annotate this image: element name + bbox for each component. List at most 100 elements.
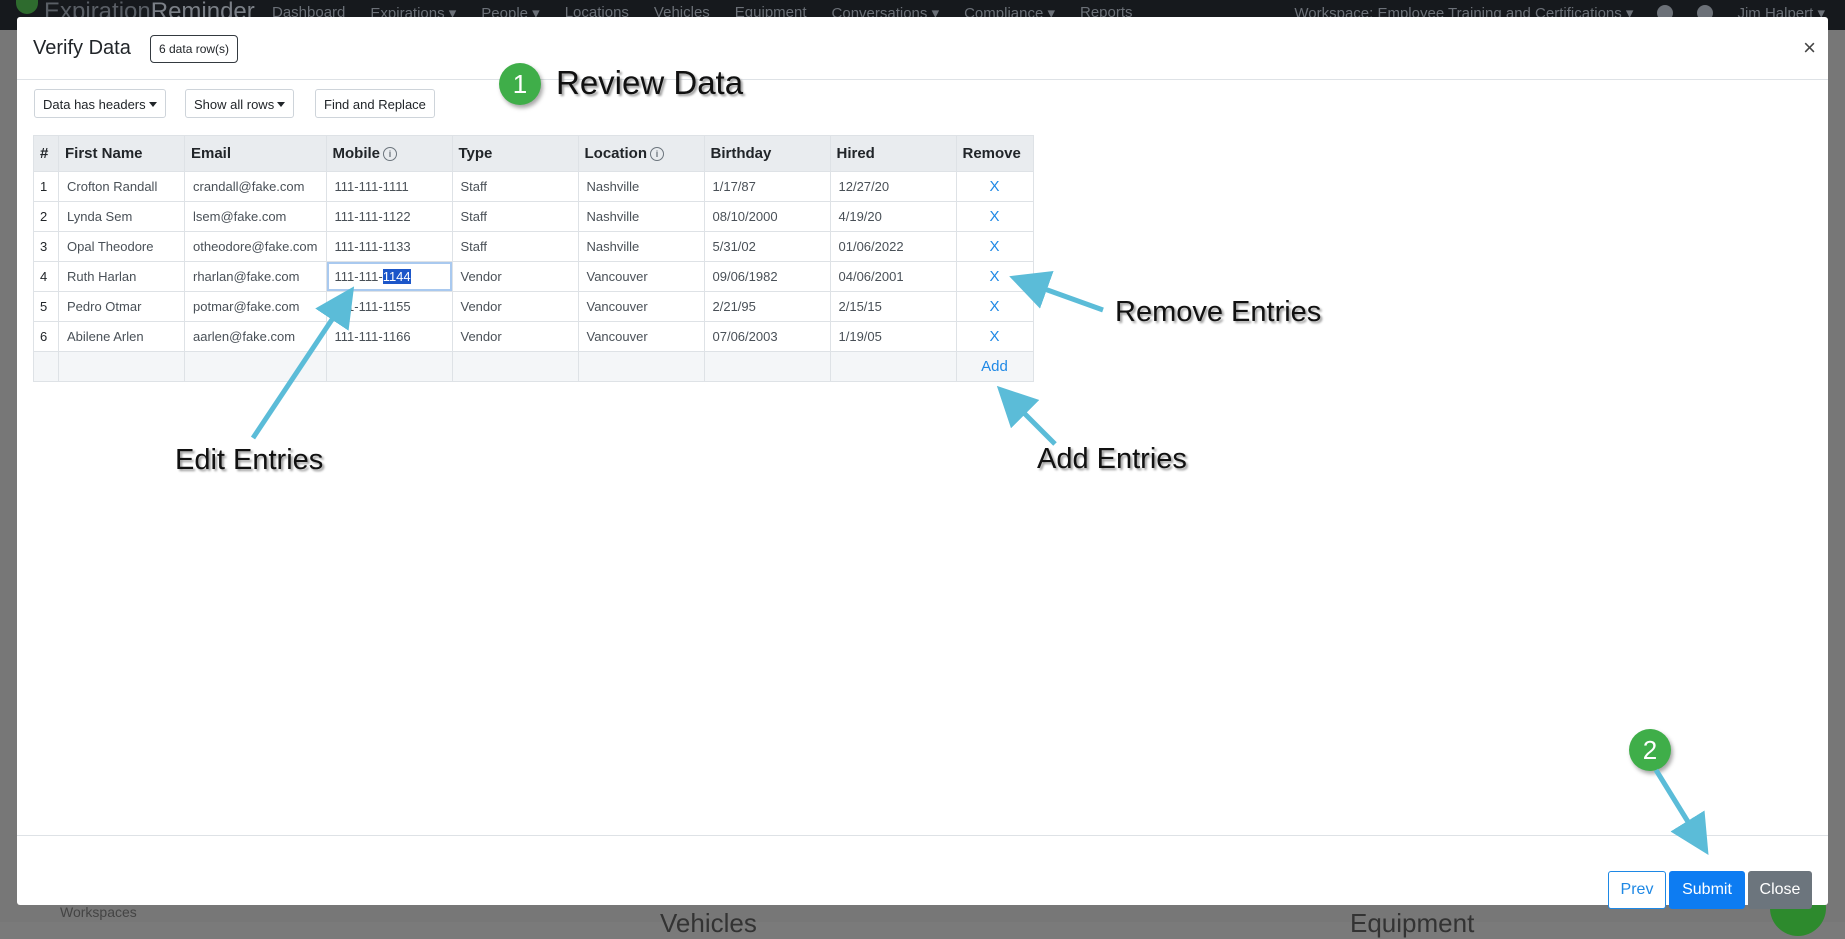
table-header-row: # First Name Email Mobile i Type Location… — [33, 135, 1034, 172]
cell-type[interactable]: Vendor — [451, 321, 579, 352]
cell-hired[interactable]: 1/19/05 — [829, 321, 957, 352]
empty-cell — [58, 351, 185, 382]
cell-birthday[interactable]: 2/21/95 — [703, 291, 831, 322]
table-row: 5 Pedro Otmar potmar@fake.com 111-111-11… — [33, 291, 1034, 322]
row-num: 2 — [33, 201, 59, 232]
cell-mobile[interactable]: 111-111-1166 — [325, 321, 453, 352]
col-header-first-name: First Name — [58, 135, 185, 172]
empty-cell — [703, 351, 831, 382]
cell-mobile[interactable]: 111-111-1122 — [325, 201, 453, 232]
row-num: 6 — [33, 321, 59, 352]
cell-hired[interactable]: 04/06/2001 — [829, 261, 957, 292]
selected-text: 1144 — [382, 269, 411, 284]
cell-type[interactable]: Vendor — [451, 261, 579, 292]
remove-row-button[interactable]: X — [955, 261, 1034, 292]
empty-cell — [829, 351, 957, 382]
empty-cell — [33, 351, 59, 382]
cell-mobile[interactable]: 111-111-1133 — [325, 231, 453, 262]
add-row-link[interactable]: Add — [955, 351, 1034, 382]
cell-location[interactable]: Vancouver — [577, 321, 705, 352]
cell-hired[interactable]: 01/06/2022 — [829, 231, 957, 262]
cell-first-name[interactable]: Abilene Arlen — [58, 321, 185, 352]
cell-hired[interactable]: 12/27/20 — [829, 171, 957, 202]
remove-entries-label: Remove Entries — [1115, 296, 1322, 328]
info-icon[interactable]: i — [383, 147, 397, 161]
modal-header: Verify Data 6 data row(s) × — [17, 17, 1828, 80]
cell-email[interactable]: otheodore@fake.com — [184, 231, 327, 262]
find-and-replace-button[interactable]: Find and Replace — [315, 89, 435, 118]
col-header-mobile: Mobile i — [325, 135, 453, 172]
remove-row-button[interactable]: X — [955, 201, 1034, 232]
table-row: 1 Crofton Randall crandall@fake.com 111-… — [33, 171, 1034, 202]
step-2-badge: 2 — [1629, 729, 1671, 771]
cell-birthday[interactable]: 09/06/1982 — [703, 261, 831, 292]
cell-birthday[interactable]: 07/06/2003 — [703, 321, 831, 352]
cell-birthday[interactable]: 08/10/2000 — [703, 201, 831, 232]
remove-row-button[interactable]: X — [955, 291, 1034, 322]
cell-email[interactable]: lsem@fake.com — [184, 201, 327, 232]
cell-birthday[interactable]: 1/17/87 — [703, 171, 831, 202]
caret-down-icon — [148, 102, 157, 107]
cell-location[interactable]: Vancouver — [577, 291, 705, 322]
cell-first-name[interactable]: Pedro Otmar — [58, 291, 185, 322]
cell-first-name[interactable]: Opal Theodore — [58, 231, 185, 262]
close-button[interactable]: Close — [1748, 871, 1812, 909]
step-1-badge: 1 — [499, 63, 541, 105]
empty-cell — [184, 351, 327, 382]
review-data-label: Review Data — [556, 64, 744, 101]
table-row: 3 Opal Theodore otheodore@fake.com 111-1… — [33, 231, 1034, 262]
table-row: 4 Ruth Harlan rharlan@fake.com 111-111-1… — [33, 261, 1034, 292]
col-header-remove: Remove — [955, 135, 1034, 172]
cell-mobile-editing[interactable]: 111-111-1144 — [325, 261, 453, 292]
cell-first-name[interactable]: Lynda Sem — [58, 201, 185, 232]
edit-entries-label: Edit Entries — [175, 444, 324, 476]
remove-row-button[interactable]: X — [955, 171, 1034, 202]
cell-location[interactable]: Nashville — [577, 231, 705, 262]
col-header-location-label: Location — [584, 145, 648, 162]
sidebar-workspaces-label: Workspaces — [60, 904, 137, 920]
modal-footer: Prev Submit Close — [17, 835, 1828, 909]
cell-type[interactable]: Staff — [451, 171, 579, 202]
cell-type[interactable]: Staff — [451, 201, 579, 232]
data-table: # First Name Email Mobile i Type Location… — [33, 135, 1034, 382]
remove-row-button[interactable]: X — [955, 321, 1034, 352]
caret-down-icon — [277, 102, 286, 107]
cell-location[interactable]: Nashville — [577, 201, 705, 232]
col-header-hired: Hired — [829, 135, 957, 172]
rows-count-badge: 6 data row(s) — [150, 35, 239, 63]
cell-first-name[interactable]: Ruth Harlan — [58, 261, 185, 292]
row-num: 5 — [33, 291, 59, 322]
cell-email[interactable]: crandall@fake.com — [184, 171, 327, 202]
cell-type[interactable]: Vendor — [451, 291, 579, 322]
data-has-headers-dropdown[interactable]: Data has headers — [34, 89, 166, 118]
show-all-rows-dropdown[interactable]: Show all rows — [185, 89, 295, 118]
cell-location[interactable]: Nashville — [577, 171, 705, 202]
info-icon[interactable]: i — [650, 147, 664, 161]
empty-cell — [577, 351, 705, 382]
prev-button[interactable]: Prev — [1608, 871, 1666, 909]
cell-type[interactable]: Staff — [451, 231, 579, 262]
table-row: 2 Lynda Sem lsem@fake.com 111-111-1122 S… — [33, 201, 1034, 232]
empty-cell — [451, 351, 579, 382]
table-row: 6 Abilene Arlen aarlen@fake.com 111-111-… — [33, 321, 1034, 352]
remove-row-button[interactable]: X — [955, 231, 1034, 262]
close-icon[interactable]: × — [1803, 35, 1816, 61]
mobile-text: 111-111- — [334, 269, 383, 284]
cell-first-name[interactable]: Crofton Randall — [58, 171, 185, 202]
empty-cell — [325, 351, 453, 382]
cell-mobile[interactable]: 111-111-1111 — [325, 171, 453, 202]
cell-email[interactable]: aarlen@fake.com — [184, 321, 327, 352]
section-vehicles-heading: Vehicles — [660, 908, 757, 938]
cell-hired[interactable]: 2/15/15 — [829, 291, 957, 322]
col-header-email: Email — [184, 135, 327, 172]
row-num: 1 — [33, 171, 59, 202]
cell-mobile[interactable]: 111-111-1155 — [325, 291, 453, 322]
cell-birthday[interactable]: 5/31/02 — [703, 231, 831, 262]
submit-button[interactable]: Submit — [1669, 871, 1745, 909]
cell-location[interactable]: Vancouver — [577, 261, 705, 292]
cell-email[interactable]: potmar@fake.com — [184, 291, 327, 322]
app-logo-icon — [16, 0, 38, 14]
cell-email[interactable]: rharlan@fake.com — [184, 261, 327, 292]
cell-hired[interactable]: 4/19/20 — [829, 201, 957, 232]
row-num: 3 — [33, 231, 59, 262]
